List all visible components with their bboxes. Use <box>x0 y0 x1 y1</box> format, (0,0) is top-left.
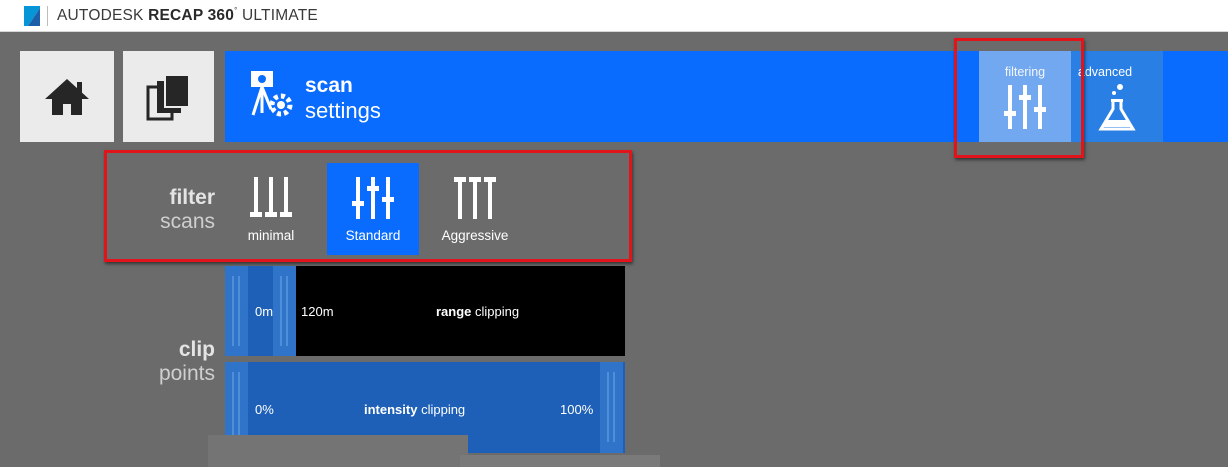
intensity-clipping-label-bold: intensity <box>364 402 418 417</box>
scan-settings-icon <box>251 71 293 117</box>
clip-heading-subtitle: points <box>158 362 215 385</box>
page-title: scan <box>305 74 353 97</box>
background-shape <box>208 435 468 467</box>
range-clipping-label-bold: range <box>436 304 472 319</box>
flask-icon <box>1098 84 1136 131</box>
edition-name: ULTIMATE <box>241 7 318 24</box>
range-max-label: 120m <box>301 304 334 319</box>
clip-points-heading: clip points <box>110 338 215 386</box>
autodesk-logo-icon <box>24 6 40 26</box>
home-button[interactable] <box>20 51 114 142</box>
copy-pages-icon <box>146 73 190 120</box>
intensity-max-label: 100% <box>560 402 594 417</box>
background-shape <box>460 455 660 467</box>
intensity-min-label: 0% <box>255 402 274 417</box>
intensity-clipping-label-rest: clipping <box>417 402 466 417</box>
range-min-handle[interactable] <box>225 266 248 356</box>
pages-button[interactable] <box>123 51 214 142</box>
title-separator <box>47 6 48 26</box>
product-name: RECAP 360 <box>148 7 235 24</box>
range-min-label: 0m <box>255 304 274 319</box>
home-icon <box>45 78 89 115</box>
tab-advanced[interactable]: advanced <box>1071 51 1163 142</box>
intensity-max-handle[interactable] <box>600 362 623 453</box>
trademark-symbol: ° <box>234 6 238 15</box>
clip-heading-title: clip <box>178 338 215 361</box>
brand-name: AUTODESK <box>57 7 144 24</box>
range-clipping-label-rest: clipping <box>471 304 520 319</box>
highlight-box-filter-scans <box>104 150 632 262</box>
range-max-handle[interactable] <box>273 266 296 356</box>
title-bar: AUTODESK RECAP 360° ULTIMATE <box>0 0 1228 32</box>
highlight-box-filtering-tab <box>954 38 1084 158</box>
intensity-clipping-label: intensity clipping <box>364 402 465 417</box>
range-clipping-slider[interactable]: 0m 120m range clipping <box>225 266 625 356</box>
range-clipping-label: range clipping <box>436 304 519 319</box>
app-title: AUTODESK RECAP 360° ULTIMATE <box>57 6 318 25</box>
page-subtitle: settings <box>305 98 381 123</box>
